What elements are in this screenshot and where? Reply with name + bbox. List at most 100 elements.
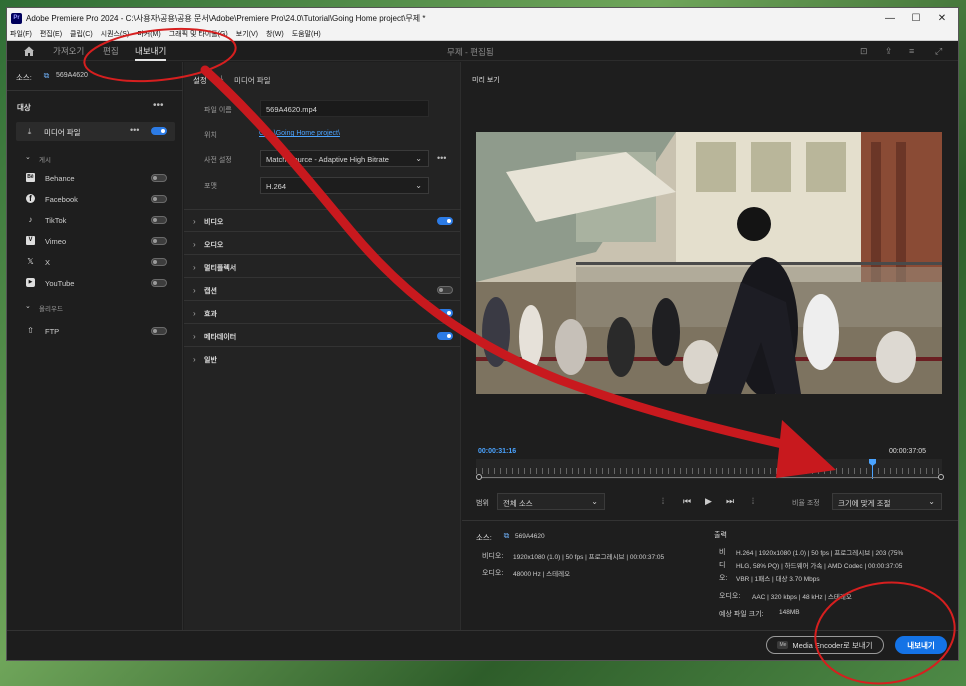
section-metadata[interactable]: › 메타데이터 — [184, 325, 460, 347]
media-file-more-icon[interactable]: ••• — [130, 125, 139, 135]
upload-chevron-icon[interactable]: ⌄ — [25, 302, 31, 310]
menu-bar: 파일(F) 편집(E) 클립(C) 시퀀스(S) 마커(M) 그래픽 및 타이틀… — [7, 28, 958, 41]
behance-icon: Bē — [26, 173, 35, 182]
range-label: 범위 — [476, 500, 489, 507]
format-dropdown[interactable]: H.264 ⌄ — [260, 177, 429, 194]
menu-clip[interactable]: 클립(C) — [70, 29, 93, 39]
menu-window[interactable]: 창(W) — [266, 29, 284, 39]
export-button[interactable]: 내보내기 — [895, 636, 947, 654]
destination-panel: 소스: ⧉ 569A4620 대상 ••• ⤓ 미디어 파일 ••• ⌄ 게시 … — [7, 62, 183, 630]
menu-graphics[interactable]: 그래픽 및 타이틀(G) — [169, 29, 228, 39]
section-captions[interactable]: › 캡션 — [184, 279, 460, 301]
youtube-toggle[interactable] — [151, 279, 167, 287]
vimeo-toggle[interactable] — [151, 237, 167, 245]
publish-item-label: X — [45, 258, 51, 267]
tab-export[interactable]: 내보내기 — [135, 45, 167, 61]
tab-edit[interactable]: 편집 — [103, 45, 119, 57]
location-link[interactable]: C:\...\Going Home project\ — [259, 130, 340, 137]
step-back-icon[interactable]: ⏮ — [683, 496, 691, 507]
close-button[interactable]: ✕ — [929, 8, 955, 28]
summary-video-label: 비디오: — [482, 553, 504, 560]
menu-help[interactable]: 도움말(H) — [292, 29, 321, 39]
tiktok-toggle[interactable] — [151, 216, 167, 224]
section-label: 일반 — [204, 357, 217, 364]
section-video[interactable]: › 비디오 — [184, 210, 460, 232]
export-frame-icon[interactable]: ⇪ — [885, 46, 895, 56]
section-label: 효과 — [204, 311, 217, 318]
current-timecode[interactable]: 00:00:31:16 — [478, 448, 516, 455]
media-file-destination[interactable]: ⤓ 미디어 파일 ••• — [16, 122, 175, 141]
step-forward-icon[interactable]: ⏭ — [726, 496, 734, 507]
play-icon[interactable]: ▶ — [705, 496, 712, 507]
captions-toggle[interactable] — [437, 286, 453, 294]
publish-item-label: TikTok — [45, 216, 67, 225]
media-file-toggle[interactable] — [151, 127, 167, 135]
menu-view[interactable]: 보기(V) — [236, 29, 258, 39]
output-line-label: 디 — [719, 562, 726, 569]
section-label: 비디오 — [204, 219, 224, 226]
preview-title: 미리 보기 — [472, 77, 500, 84]
home-icon[interactable] — [23, 45, 35, 57]
behance-toggle[interactable] — [151, 174, 167, 182]
sequence-icon: ⧉ — [503, 531, 510, 540]
divider — [7, 90, 183, 91]
minimize-button[interactable]: — — [877, 8, 903, 28]
publish-item-tiktok[interactable]: ♪ TikTok — [7, 210, 183, 230]
scale-dropdown[interactable]: 크기에 맞게 조절 ⌄ — [832, 493, 942, 510]
quick-export-icon[interactable]: ⊡ — [860, 46, 870, 56]
menu-sequence[interactable]: 시퀀스(S) — [101, 29, 130, 39]
summary-video-value: 1920x1080 (1.0) | 50 fps | 프로그레시브 | 00:0… — [513, 554, 665, 561]
download-icon: ⤓ — [27, 127, 32, 136]
premiere-window: Pr Adobe Premiere Pro 2024 - C:\사용자\공용\공… — [6, 7, 959, 661]
facebook-toggle[interactable] — [151, 195, 167, 203]
preview-video-frame — [476, 132, 942, 394]
publish-item-vimeo[interactable]: V Vimeo — [7, 231, 183, 251]
video-toggle[interactable] — [437, 217, 453, 225]
filesize-label: 예상 파일 크기: — [719, 611, 764, 618]
mark-icon[interactable]: ⦙ — [752, 496, 754, 507]
media-encoder-button[interactable]: Me Media Encoder로 보내기 — [766, 636, 884, 654]
ftp-toggle[interactable] — [151, 327, 167, 335]
publish-item-behance[interactable]: Bē Behance — [7, 168, 183, 188]
divider — [462, 520, 958, 521]
menu-marker[interactable]: 마커(M) — [137, 29, 160, 39]
section-multiplexer[interactable]: › 멀티플렉서 — [184, 256, 460, 278]
section-audio[interactable]: › 오디오 — [184, 233, 460, 255]
window-title: Adobe Premiere Pro 2024 - C:\사용자\공용\공용 문… — [26, 13, 426, 23]
export-settings-panel: 설정 ⤓ 미디어 파일 파일 이름 569A4620.mp4 위치 C:\...… — [184, 62, 461, 630]
timeline-ruler[interactable] — [476, 459, 942, 479]
publish-item-x[interactable]: 𝕏 X — [7, 252, 183, 272]
output-line-value: H.264 | 1920x1080 (1.0) | 50 fps | 프로그레시… — [736, 550, 904, 557]
bottom-bar: Me Media Encoder로 보내기 내보내기 — [7, 630, 958, 660]
section-general[interactable]: › 일반 — [184, 348, 460, 370]
workspace-menu-icon[interactable]: ≡ — [909, 46, 919, 56]
metadata-toggle[interactable] — [437, 332, 453, 340]
menu-edit[interactable]: 편집(E) — [40, 29, 62, 39]
destination-more-icon[interactable]: ••• — [153, 100, 164, 111]
publish-item-facebook[interactable]: f Facebook — [7, 189, 183, 209]
fullscreen-icon[interactable]: ⤢ — [935, 46, 945, 56]
chevron-down-icon: ⌄ — [928, 497, 935, 506]
out-point-handle[interactable] — [938, 474, 944, 480]
x-toggle[interactable] — [151, 258, 167, 266]
effects-toggle[interactable] — [437, 309, 453, 317]
filesize-value: 148MB — [779, 609, 800, 616]
in-point-handle[interactable] — [476, 474, 482, 480]
preset-more-icon[interactable]: ••• — [437, 153, 446, 163]
upload-item-ftp[interactable]: ⇧ FTP — [7, 321, 183, 341]
publish-item-youtube[interactable]: ▶ YouTube — [7, 273, 183, 293]
preset-dropdown[interactable]: Match Source - Adaptive High Bitrate ⌄ — [260, 150, 429, 167]
range-value: 전체 소스 — [503, 499, 533, 508]
set-in-out-icon[interactable]: ⦙ — [662, 496, 664, 507]
maximize-button[interactable]: ☐ — [903, 8, 929, 28]
section-effects[interactable]: › 효과 — [184, 302, 460, 324]
range-dropdown[interactable]: 전체 소스 ⌄ — [497, 493, 605, 510]
media-file-label: 미디어 파일 — [44, 128, 81, 137]
publish-chevron-icon[interactable]: ⌄ — [25, 153, 31, 161]
ftp-label: FTP — [45, 327, 60, 336]
tab-import[interactable]: 가져오기 — [53, 45, 84, 57]
publish-item-label: Facebook — [45, 195, 78, 204]
settings-label: 설정 — [193, 76, 207, 85]
filename-field[interactable]: 569A4620.mp4 — [260, 100, 429, 117]
menu-file[interactable]: 파일(F) — [10, 29, 32, 39]
